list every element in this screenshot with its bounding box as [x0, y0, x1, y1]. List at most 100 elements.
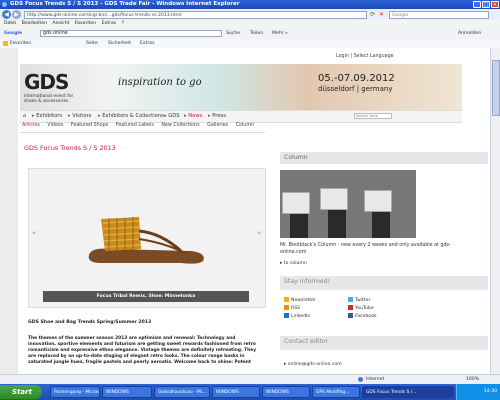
menu-item[interactable]: Favoriten: [75, 21, 96, 26]
rss-link[interactable]: RSS: [284, 305, 300, 311]
gds-logo[interactable]: GDS: [24, 70, 69, 94]
menu-item[interactable]: ?: [122, 21, 124, 26]
nav-press[interactable]: Press: [208, 111, 226, 122]
subnav-new-collections[interactable]: New Collections: [161, 123, 199, 128]
tools-menu[interactable]: Extras: [140, 39, 155, 48]
page-menu[interactable]: Seite: [86, 39, 98, 48]
url-field[interactable]: http://www.gds-online.com/cgi-bin/...gds…: [24, 10, 367, 19]
nav-exhibitors[interactable]: Exhibitors: [32, 111, 62, 122]
back-button[interactable]: ◀: [2, 10, 11, 19]
newspaper: [320, 188, 348, 210]
column-image: [280, 170, 416, 238]
taskbar-item-active[interactable]: GDS Focus Trends S /...: [362, 386, 454, 398]
article-heading: GDS Shoe and Bag Trends Spring/Summer 20…: [28, 320, 152, 325]
google-search-button[interactable]: Suche: [226, 28, 240, 39]
refresh-icon[interactable]: ⟳: [370, 11, 375, 18]
column-header: Column: [280, 152, 488, 164]
clock[interactable]: 14:30: [484, 389, 497, 394]
taskbar-item[interactable]: WINDOWS: [212, 386, 260, 398]
home-icon[interactable]: ⌂: [23, 111, 26, 122]
stay-informed-header: Stay informed!: [280, 276, 488, 290]
maximize-button[interactable]: □: [482, 1, 490, 8]
newspaper: [364, 190, 392, 212]
stop-icon[interactable]: ✕: [379, 11, 384, 18]
start-button[interactable]: Start: [0, 385, 42, 399]
facebook-label: Facebook: [355, 314, 377, 319]
page-title: GDS Focus Trends S / S 2013: [24, 144, 116, 152]
taskbar-item[interactable]: WINDOWS: [102, 386, 152, 398]
contact-header: Contact editor: [280, 336, 488, 350]
taskbar-item[interactable]: GPS Modifihg...: [312, 386, 360, 398]
share-button[interactable]: Teilen: [250, 28, 263, 39]
subnav-featured-labels[interactable]: Featured Labels: [116, 123, 154, 128]
fair-city: düsseldorf | germany: [318, 85, 393, 93]
subnav-column[interactable]: Column: [236, 123, 254, 128]
contact-email: online@gds-online.com: [287, 362, 342, 367]
logo-subtitle: international event for shoes & accessor…: [24, 94, 74, 104]
facebook-link[interactable]: Facebook: [348, 313, 377, 319]
taskbar-item[interactable]: WINDOWS: [262, 386, 310, 398]
sandal-image: [88, 217, 204, 264]
newsletter-label: Newsletter: [291, 298, 316, 303]
next-arrow[interactable]: »: [257, 229, 261, 237]
nav-exhibitors-collections[interactable]: Exhibitors & Collections: [98, 111, 164, 122]
menu-item[interactable]: Bearbeiten: [22, 21, 47, 26]
taskbar-item[interactable]: Posteingang - Micros...: [50, 386, 100, 398]
more-button[interactable]: Mehr »: [272, 28, 288, 39]
prev-arrow[interactable]: «: [32, 229, 36, 237]
menu-item[interactable]: Datei: [4, 21, 16, 26]
twitter-label: Twitter: [355, 298, 371, 303]
header-banner: GDS international event for shoes & acce…: [20, 64, 462, 110]
to-column-link[interactable]: ▸ to column: [280, 261, 307, 266]
subnav-galleries[interactable]: Galleries: [207, 123, 228, 128]
site-search-input[interactable]: Search term: [354, 113, 392, 119]
minimize-button[interactable]: _: [473, 1, 481, 8]
youtube-link[interactable]: YouTube: [348, 305, 374, 311]
nav-news[interactable]: News: [184, 111, 202, 122]
newsletter-link[interactable]: Newsletter: [284, 297, 316, 303]
security-zone: Internet: [366, 377, 385, 382]
taskbar-item[interactable]: Globalhausbrau - Mi...: [154, 386, 210, 398]
sub-nav: Articles Videos Featured Shops Featured …: [22, 123, 260, 128]
menu-bar: Datei Bearbeiten Ansicht Favoriten Extra…: [0, 20, 500, 28]
google-search-input[interactable]: gds online: [40, 30, 222, 37]
web-page: Login | Select Language GDS internationa…: [0, 48, 500, 374]
subnav-videos[interactable]: Videos: [47, 123, 63, 128]
subnav-articles[interactable]: Articles: [22, 123, 40, 128]
web-search-input[interactable]: Google: [389, 10, 489, 19]
youtube-label: YouTube: [355, 306, 374, 311]
star-icon: [3, 41, 8, 46]
google-label: Google: [4, 31, 23, 36]
article-body: The themes of the summer season 2013 are…: [28, 336, 257, 365]
menu-item[interactable]: Ansicht: [52, 21, 69, 26]
to-column-label: to column: [283, 261, 307, 266]
twitter-link[interactable]: Twitter: [348, 297, 370, 303]
subnav-featured-shops[interactable]: Featured Shops: [71, 123, 108, 128]
scroll-thumb[interactable]: [492, 60, 500, 116]
close-button[interactable]: ✕: [491, 1, 499, 8]
nav-gds[interactable]: GDS: [164, 111, 179, 122]
security-menu[interactable]: Sicherheit: [108, 39, 131, 48]
column-text: Mr. Bootblack's Column - new every 2 wee…: [280, 243, 451, 255]
slider-caption: Focus Tribal Remix, Shoe: Minnetonka: [43, 291, 249, 302]
rss-label: RSS: [291, 306, 301, 311]
status-bar: Internet 100%: [0, 374, 500, 384]
nav-visitors[interactable]: Visitors: [68, 111, 91, 122]
menu-item[interactable]: Extras: [102, 21, 117, 26]
window-title: GDS Focus Trends S / S 2013 - GDS Trade …: [10, 1, 240, 7]
taskbar: Start Posteingang - Micros... WINDOWS Gl…: [0, 384, 500, 400]
site-container: Login | Select Language GDS internationa…: [18, 48, 496, 374]
inspiration-slogan: inspiration to go: [118, 77, 202, 88]
favorites-button[interactable]: Favoriten: [10, 39, 31, 48]
linkedin-link[interactable]: LinkedIn: [284, 313, 310, 319]
zoom-level[interactable]: 100%: [466, 375, 479, 384]
top-links[interactable]: Login | Select Language: [336, 54, 394, 59]
globe-icon: [358, 377, 363, 382]
signin-button[interactable]: Anmelden: [458, 28, 481, 39]
vertical-scrollbar[interactable]: [490, 48, 500, 374]
divider: [20, 132, 265, 133]
forward-button[interactable]: ▶: [12, 10, 21, 19]
window-titlebar: GDS Focus Trends S / S 2013 - GDS Trade …: [0, 0, 500, 9]
contact-email-link[interactable]: ▸ online@gds-online.com: [284, 362, 342, 367]
linkedin-label: LinkedIn: [291, 314, 311, 319]
